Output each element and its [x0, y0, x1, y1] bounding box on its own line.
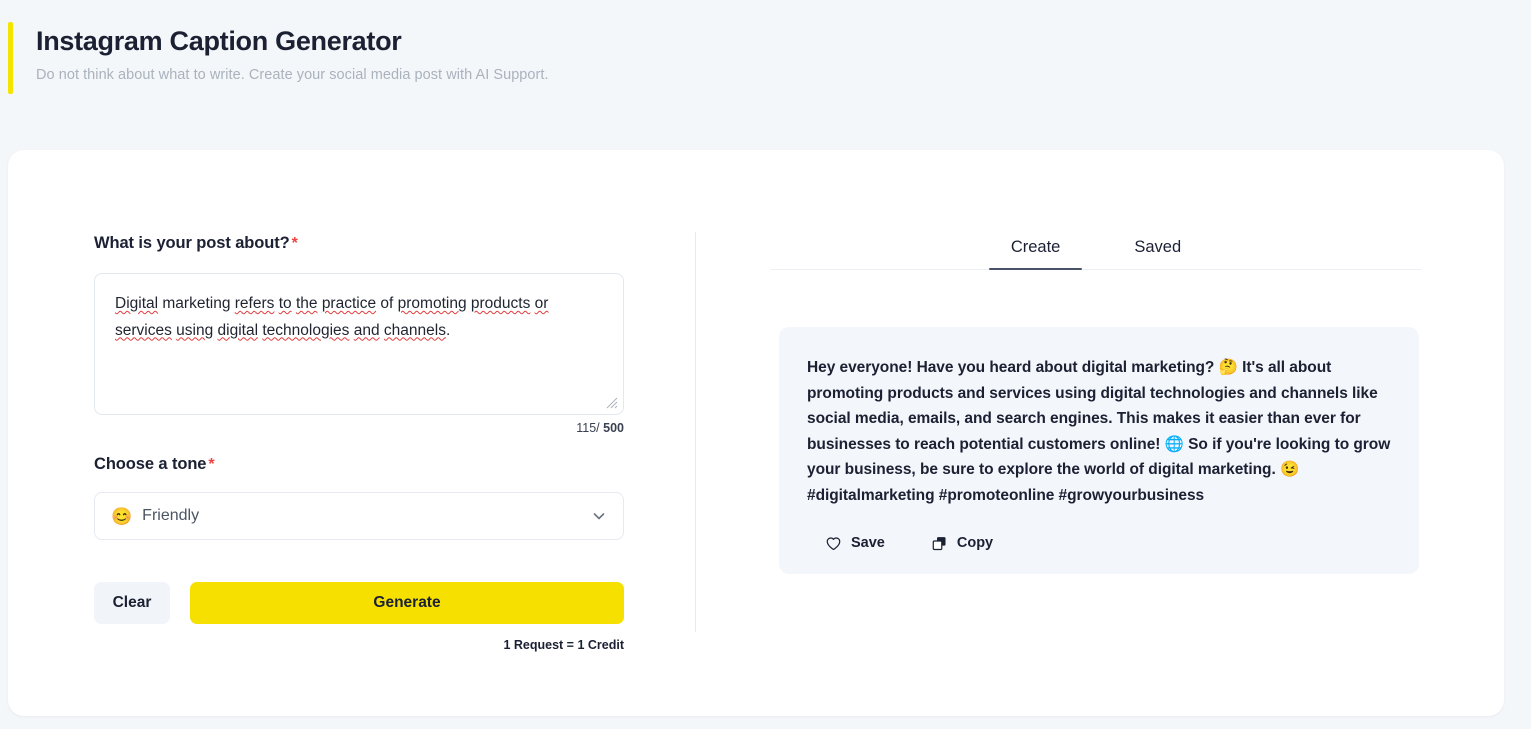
- required-asterisk: *: [208, 456, 215, 473]
- panel-divider: [695, 232, 696, 632]
- spellcheck-word: promoting: [397, 295, 467, 312]
- header-text-group: Instagram Caption Generator Do not think…: [36, 24, 549, 86]
- tone-label: Choose a tone *: [94, 453, 624, 476]
- credit-note: 1 Request = 1 Credit: [503, 638, 624, 652]
- char-limit: 500: [603, 421, 624, 435]
- result-text: Hey everyone! Have you heard about digit…: [807, 359, 1391, 504]
- tab-saved[interactable]: Saved: [1112, 232, 1203, 269]
- spellcheck-word: products: [470, 295, 531, 312]
- char-counter: 115/ 500: [94, 421, 624, 435]
- heart-icon: [826, 536, 841, 550]
- post-about-label: What is your post about? *: [94, 232, 624, 255]
- save-button-label: Save: [851, 535, 885, 552]
- chevron-down-icon: [593, 513, 605, 520]
- required-asterisk: *: [291, 235, 298, 252]
- spellcheck-word: to: [278, 295, 292, 312]
- char-count: 115/: [576, 421, 600, 435]
- output-tabs: Create Saved: [771, 232, 1421, 270]
- spellcheck-word: digital: [217, 321, 259, 339]
- main-card: What is your post about? * Digital market…: [8, 150, 1504, 716]
- header-accent-bar: [8, 22, 13, 94]
- output-panel: Create Saved Hey everyone! Have you hear…: [771, 232, 1421, 574]
- tone-label-text: Choose a tone: [94, 455, 207, 473]
- copy-button[interactable]: Copy: [931, 535, 993, 552]
- spellcheck-word: refers: [234, 295, 275, 312]
- tone-select[interactable]: 😊 Friendly: [94, 492, 624, 540]
- smiling-face-icon: 😊: [111, 506, 133, 526]
- spellcheck-word: and: [353, 321, 380, 339]
- tone-selected-value: Friendly: [142, 507, 200, 524]
- result-card: Hey everyone! Have you heard about digit…: [779, 327, 1419, 574]
- spellcheck-word: practice: [321, 295, 377, 312]
- spellcheck-word: channels: [383, 321, 446, 339]
- post-textarea[interactable]: Digital marketing refers to the practice…: [94, 273, 624, 415]
- spellcheck-word: or: [534, 295, 549, 312]
- spellcheck-word: using: [176, 321, 214, 339]
- result-actions: Save Copy: [807, 535, 1391, 552]
- post-about-label-text: What is your post about?: [94, 234, 290, 252]
- tab-create[interactable]: Create: [988, 232, 1083, 270]
- page-header: Instagram Caption Generator Do not think…: [0, 0, 1531, 118]
- spellcheck-word: technologies: [262, 321, 350, 339]
- spellcheck-word: Digital: [115, 295, 159, 312]
- generate-button[interactable]: Generate: [190, 582, 624, 624]
- textarea-resize-grip[interactable]: [606, 397, 618, 409]
- clear-button[interactable]: Clear: [94, 582, 170, 624]
- page-title: Instagram Caption Generator: [36, 26, 402, 56]
- save-button[interactable]: Save: [825, 535, 885, 552]
- copy-button-label: Copy: [956, 535, 994, 552]
- card-body: What is your post about? * Digital market…: [8, 150, 1504, 716]
- page-subtitle: Do not think about what to write. Create…: [36, 67, 549, 83]
- copy-icon: [932, 536, 946, 550]
- form-panel: What is your post about? * Digital market…: [94, 232, 624, 652]
- spellcheck-word: services: [115, 321, 172, 339]
- spellcheck-word: the: [295, 295, 318, 312]
- form-button-row: Clear Generate: [94, 582, 624, 624]
- post-textarea-wrap: Digital marketing refers to the practice…: [94, 273, 624, 435]
